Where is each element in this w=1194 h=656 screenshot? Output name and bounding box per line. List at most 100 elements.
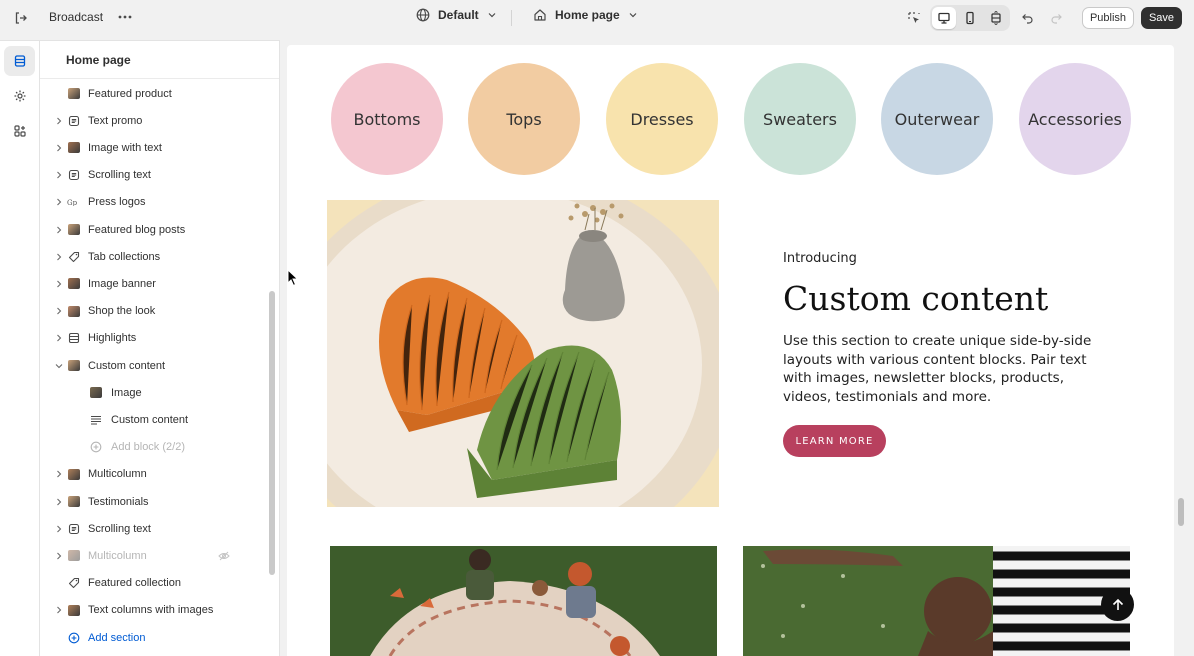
section-heading: Custom content bbox=[783, 279, 1049, 318]
section-item-multicolumn[interactable]: Multicolumn bbox=[40, 461, 266, 488]
save-button[interactable]: Save bbox=[1141, 7, 1182, 29]
block-item-add-block-2-2[interactable]: Add block (2/2) bbox=[40, 434, 266, 461]
sections-icon[interactable] bbox=[4, 46, 35, 76]
chevron-right-icon[interactable] bbox=[54, 225, 64, 235]
thumbnail-icon bbox=[89, 386, 102, 399]
chevron-right-icon[interactable] bbox=[54, 333, 64, 343]
undo-icon[interactable] bbox=[1018, 8, 1038, 28]
section-label: Text columns with images bbox=[88, 604, 214, 617]
hidden-eye-icon[interactable] bbox=[217, 549, 231, 563]
section-label: Add section bbox=[88, 631, 146, 644]
category-circle-accessories[interactable]: Accessories bbox=[1019, 63, 1131, 175]
add-circle-icon bbox=[89, 441, 102, 454]
section-item-featured-product[interactable]: Featured product bbox=[40, 80, 266, 107]
section-item-custom-content[interactable]: Custom content bbox=[40, 352, 266, 379]
section-label: Custom content bbox=[111, 413, 189, 426]
chevron-right-icon[interactable] bbox=[54, 605, 64, 615]
section-label: Scrolling text bbox=[88, 169, 151, 182]
chevron-right-icon[interactable] bbox=[54, 524, 64, 534]
section-label: Highlights bbox=[88, 332, 137, 345]
thumbnail-icon bbox=[67, 359, 80, 372]
beanies-image[interactable] bbox=[327, 200, 719, 507]
add-section-button[interactable]: Add section bbox=[40, 624, 266, 651]
sections-sidebar: Home page Featured product Text promo Imag… bbox=[40, 40, 280, 656]
add-circle-icon bbox=[67, 631, 80, 644]
chevron-right-icon[interactable] bbox=[54, 170, 64, 180]
section-item-text-columns-with-images[interactable]: Text columns with images bbox=[40, 597, 266, 624]
section-label: Featured product bbox=[88, 87, 172, 100]
category-circle-outerwear[interactable]: Outerwear bbox=[881, 63, 993, 175]
page-selector[interactable]: Home page bbox=[533, 8, 638, 22]
mobile-icon[interactable] bbox=[958, 7, 982, 29]
chevron-right-icon[interactable] bbox=[54, 469, 64, 479]
exit-icon[interactable] bbox=[10, 7, 32, 29]
section-label: Tab collections bbox=[88, 250, 161, 263]
section-item-press-logos[interactable]: Gp Press logos bbox=[40, 189, 266, 216]
thumbnail-icon bbox=[67, 87, 80, 100]
child-on-grass-image[interactable] bbox=[743, 546, 1130, 656]
chevron-right-icon[interactable] bbox=[54, 497, 64, 507]
chevron-right-icon[interactable] bbox=[54, 306, 64, 316]
text-block-icon bbox=[67, 522, 80, 535]
section-label: Press logos bbox=[88, 196, 146, 209]
picnic-image[interactable] bbox=[330, 546, 717, 656]
section-label: Custom content bbox=[88, 359, 166, 372]
section-item-featured-blog-posts[interactable]: Featured blog posts bbox=[40, 216, 266, 243]
section-item-scrolling-text[interactable]: Scrolling text bbox=[40, 515, 266, 542]
chevron-right-icon[interactable] bbox=[54, 143, 64, 153]
section-item-shop-the-look[interactable]: Shop the look bbox=[40, 298, 266, 325]
category-circle-dresses[interactable]: Dresses bbox=[606, 63, 718, 175]
preview-scrollbar[interactable] bbox=[1178, 498, 1184, 526]
section-item-testimonials[interactable]: Testimonials bbox=[40, 488, 266, 515]
back-to-top-button[interactable] bbox=[1101, 588, 1134, 621]
theme-selector[interactable]: Default bbox=[416, 8, 497, 22]
thumbnail-icon bbox=[67, 141, 80, 154]
section-item-featured-collection[interactable]: Featured collection bbox=[40, 570, 266, 597]
section-item-highlights[interactable]: Highlights bbox=[40, 325, 266, 352]
arrow-up-icon bbox=[1112, 598, 1123, 610]
chevron-right-icon[interactable] bbox=[54, 197, 64, 207]
category-circle-sweaters[interactable]: Sweaters bbox=[744, 63, 856, 175]
section-item-scrolling-text[interactable]: Scrolling text bbox=[40, 162, 266, 189]
section-label: Add block (2/2) bbox=[111, 441, 185, 454]
more-actions-icon[interactable] bbox=[116, 8, 134, 26]
block-item-custom-content[interactable]: Custom content bbox=[40, 406, 266, 433]
chevron-right-icon[interactable] bbox=[54, 252, 64, 262]
thumbnail-icon: Gp bbox=[67, 196, 80, 209]
section-item-multicolumn[interactable]: Multicolumn bbox=[40, 542, 266, 569]
chevron-right-icon[interactable] bbox=[54, 116, 64, 126]
settings-gear-icon[interactable] bbox=[4, 81, 35, 111]
desktop-icon[interactable] bbox=[932, 7, 956, 29]
thumbnail-icon bbox=[67, 468, 80, 481]
section-item-image-banner[interactable]: Image banner bbox=[40, 270, 266, 297]
learn-more-button[interactable]: LEARN MORE bbox=[783, 425, 886, 457]
section-label: Shop the look bbox=[88, 305, 156, 318]
chevron-right-icon[interactable] bbox=[54, 279, 64, 289]
chevron-down-icon bbox=[629, 13, 637, 18]
divider bbox=[511, 10, 512, 26]
publish-button[interactable]: Publish bbox=[1082, 7, 1134, 29]
apps-icon[interactable] bbox=[4, 116, 35, 146]
section-eyebrow: Introducing bbox=[783, 251, 857, 266]
chevron-right-icon[interactable] bbox=[54, 551, 64, 561]
thumbnail-icon bbox=[67, 549, 80, 562]
section-label: Testimonials bbox=[88, 495, 149, 508]
block-item-image[interactable]: Image bbox=[40, 379, 266, 406]
category-circle-bottoms[interactable]: Bottoms bbox=[331, 63, 443, 175]
left-rail bbox=[0, 40, 40, 656]
section-item-tab-collections[interactable]: Tab collections bbox=[40, 243, 266, 270]
top-bar: Broadcast Default Home page Publish Save bbox=[0, 0, 1194, 36]
list-icon bbox=[67, 332, 80, 345]
inspector-icon[interactable] bbox=[904, 8, 924, 28]
section-item-text-promo[interactable]: Text promo bbox=[40, 107, 266, 134]
chevron-down-icon[interactable] bbox=[54, 361, 64, 371]
globe-icon bbox=[416, 8, 430, 22]
redo-icon[interactable] bbox=[1046, 8, 1066, 28]
section-label: Multicolumn bbox=[88, 468, 147, 481]
fullscreen-icon[interactable] bbox=[984, 7, 1008, 29]
section-label: Text promo bbox=[88, 114, 143, 127]
section-item-image-with-text[interactable]: Image with text bbox=[40, 134, 266, 161]
sidebar-scrollbar[interactable] bbox=[269, 291, 275, 575]
thumbnail-icon bbox=[67, 277, 80, 290]
category-circle-tops[interactable]: Tops bbox=[468, 63, 580, 175]
